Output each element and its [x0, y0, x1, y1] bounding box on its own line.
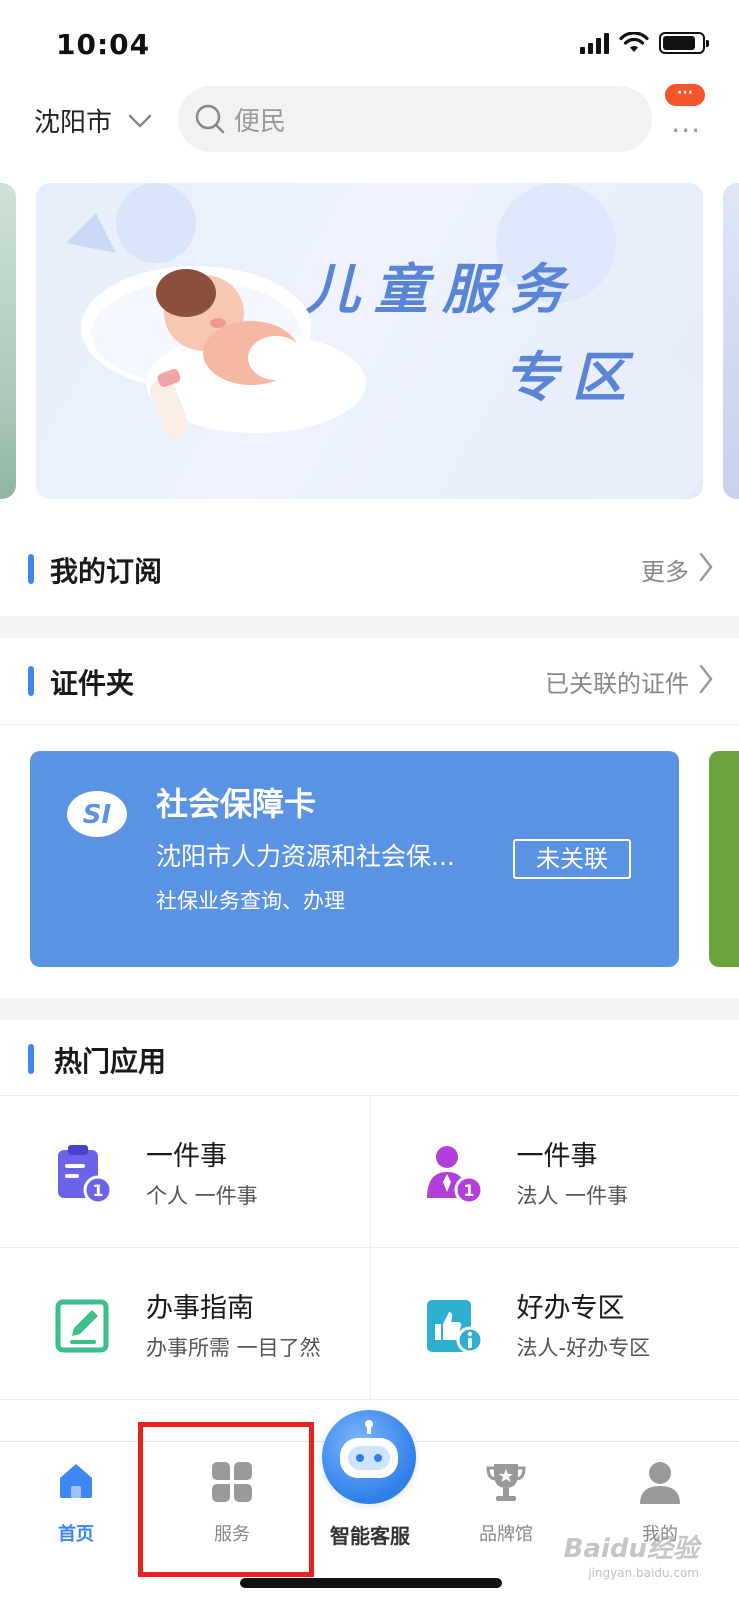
status-bar: 10:04	[0, 0, 739, 90]
section-divider	[0, 998, 739, 1020]
hot-apps-title: 热门应用	[54, 1045, 167, 1078]
notification-badge: ···	[665, 84, 705, 106]
app-title: 一件事	[516, 1141, 598, 1172]
watermark-logo: Baidu经验	[563, 1534, 699, 1564]
app-item-corporate-matter[interactable]: 1 一件事 法人 一件事	[369, 1096, 739, 1247]
cellular-signal-icon	[580, 32, 609, 54]
section-separator	[0, 724, 739, 725]
subscription-title: 我的订阅	[50, 555, 163, 588]
more-menu-button[interactable]: ··· ···	[661, 84, 705, 147]
subscription-more-link[interactable]: 更多	[641, 552, 689, 587]
tab-home[interactable]: 首页	[16, 1442, 136, 1562]
section-accent-bar	[28, 666, 34, 696]
city-name: 沈阳市	[34, 108, 113, 138]
social-security-card[interactable]: SI 社会保障卡 沈阳市人力资源和社会保... 社保业务查询、办理 未关联	[30, 751, 679, 967]
app-subtitle: 法人 一件事	[516, 1184, 629, 1208]
card-description: 社保业务查询、办理	[156, 889, 345, 913]
link-status-button[interactable]: 未关联	[513, 839, 631, 879]
city-selector[interactable]: 沈阳市	[34, 102, 152, 139]
thumbs-up-doc-icon	[426, 1300, 483, 1354]
user-icon	[640, 1462, 680, 1504]
home-icon	[60, 1464, 92, 1498]
status-time: 10:04	[56, 28, 151, 61]
next-certificate-card[interactable]	[709, 751, 739, 967]
more-dots-icon: ···	[671, 114, 701, 147]
app-item-service-guide[interactable]: 办事指南 办事所需 一目了然	[0, 1248, 370, 1399]
tab-ai-service-label[interactable]: 智能客服	[300, 1520, 440, 1549]
robot-icon[interactable]	[322, 1410, 416, 1504]
banner-title-line1: 儿童服务	[306, 257, 578, 321]
battery-icon	[659, 32, 709, 54]
app-subtitle: 法人-好办专区	[516, 1336, 651, 1360]
banner-slide[interactable]: 儿童服务 专区	[36, 183, 703, 499]
top-header: 沈阳市 便民 ··· ···	[0, 84, 739, 154]
chevron-right-icon[interactable]	[699, 552, 713, 582]
si-logo-icon: SI	[67, 791, 127, 837]
cert-folder-section-header: 证件夹 已关联的证件	[0, 650, 739, 710]
trophy-icon	[486, 1464, 526, 1501]
chevron-down-icon	[128, 114, 152, 128]
app-title: 好办专区	[516, 1293, 625, 1324]
app-subtitle: 办事所需 一目了然	[146, 1336, 321, 1360]
search-icon	[195, 104, 225, 134]
clipboard-person-icon: 1	[58, 1145, 113, 1204]
tab-label: 首页	[58, 1524, 94, 1545]
edit-document-icon	[55, 1299, 109, 1353]
status-icons	[580, 32, 709, 54]
section-accent-bar	[28, 1044, 34, 1074]
cert-folder-title: 证件夹	[50, 667, 135, 700]
app-title: 办事指南	[146, 1293, 254, 1324]
chevron-right-icon[interactable]	[699, 664, 713, 694]
app-item-easy-zone[interactable]: 好办专区 法人-好办专区	[369, 1248, 739, 1399]
subscription-section-header: 我的订阅 更多	[0, 538, 739, 598]
wifi-icon	[619, 32, 649, 52]
app-item-personal-matter[interactable]: 1 一件事 个人 一件事	[0, 1096, 370, 1247]
section-accent-bar	[28, 554, 34, 584]
linked-certs-link[interactable]: 已关联的证件	[545, 664, 689, 699]
search-placeholder: 便民	[234, 106, 287, 137]
app-subtitle: 个人 一件事	[146, 1184, 258, 1208]
home-indicator[interactable]	[240, 1578, 502, 1588]
hot-apps-grid: 1 一件事 个人 一件事 1 一件事 法人 一件事 办事指南 办事所需 一目了然…	[0, 1095, 739, 1400]
svg-text:1: 1	[463, 1181, 474, 1200]
search-input[interactable]: 便民	[178, 86, 652, 152]
section-divider	[0, 616, 739, 638]
banner-carousel[interactable]: 儿童服务 专区	[0, 183, 739, 499]
banner-title-line2: 专区	[504, 345, 640, 409]
card-title: 社会保障卡	[156, 785, 317, 823]
card-organization: 沈阳市人力资源和社会保...	[156, 842, 455, 871]
hot-apps-section-header: 热门应用	[0, 1028, 739, 1088]
svg-text:1: 1	[92, 1181, 103, 1200]
annotation-highlight-box	[138, 1422, 314, 1577]
banner-next-slide[interactable]	[723, 183, 739, 499]
watermark-url: jingyan.baidu.com	[588, 1566, 699, 1580]
svg-text:SI: SI	[83, 800, 112, 830]
banner-prev-slide[interactable]	[0, 183, 16, 499]
app-title: 一件事	[146, 1141, 227, 1172]
tab-label: 品牌馆	[479, 1524, 533, 1545]
person-tie-icon: 1	[426, 1146, 483, 1204]
tab-brand-hall[interactable]: 品牌馆	[446, 1442, 566, 1562]
